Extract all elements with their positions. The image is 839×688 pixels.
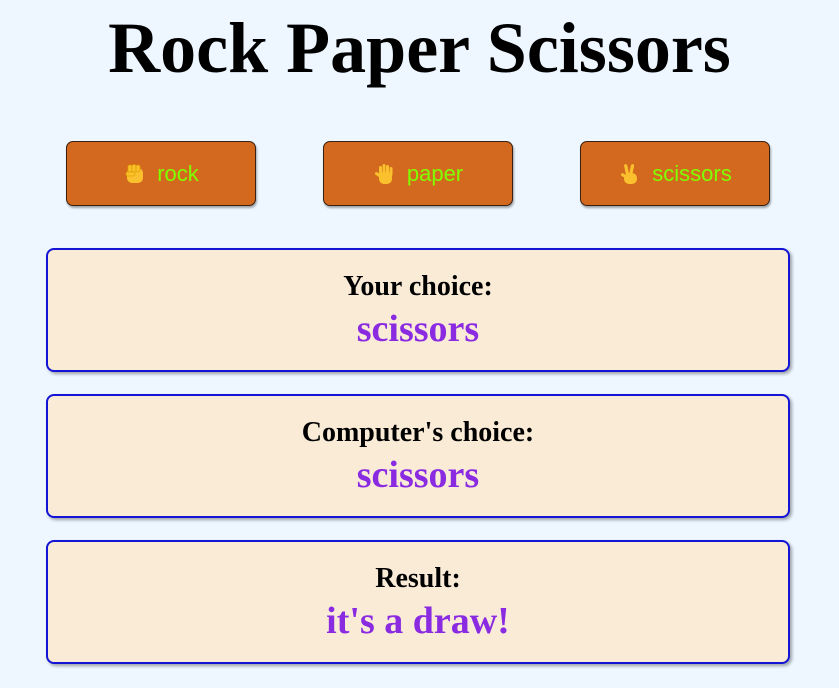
paper-button-label: paper — [406, 160, 464, 186]
computer-choice-label: Computer's choice: — [301, 417, 535, 448]
result-card: Result: it's a draw! — [46, 540, 790, 664]
victory-hand-icon — [618, 162, 642, 186]
scissors-button[interactable]: scissors — [580, 141, 770, 206]
your-choice-value: scissors — [356, 308, 480, 350]
rock-button-label: rock — [157, 160, 199, 186]
raised-hand-icon — [373, 162, 397, 186]
your-choice-label: Your choice: — [343, 271, 493, 302]
rock-button[interactable]: rock — [66, 141, 256, 206]
your-choice-card: Your choice: scissors — [46, 248, 790, 372]
page-title: Rock Paper Scissors — [108, 8, 731, 88]
choice-button-row: rock paper scissors — [0, 141, 839, 208]
result-label: Result: — [375, 563, 461, 594]
scissors-button-label: scissors — [652, 160, 732, 186]
page: Rock Paper Scissors rock paper scissors … — [0, 0, 839, 688]
paper-button[interactable]: paper — [323, 141, 513, 206]
raised-fist-icon — [123, 162, 147, 186]
computer-choice-card: Computer's choice: scissors — [46, 394, 790, 518]
computer-choice-value: scissors — [356, 454, 480, 496]
result-value: it's a draw! — [326, 600, 510, 642]
